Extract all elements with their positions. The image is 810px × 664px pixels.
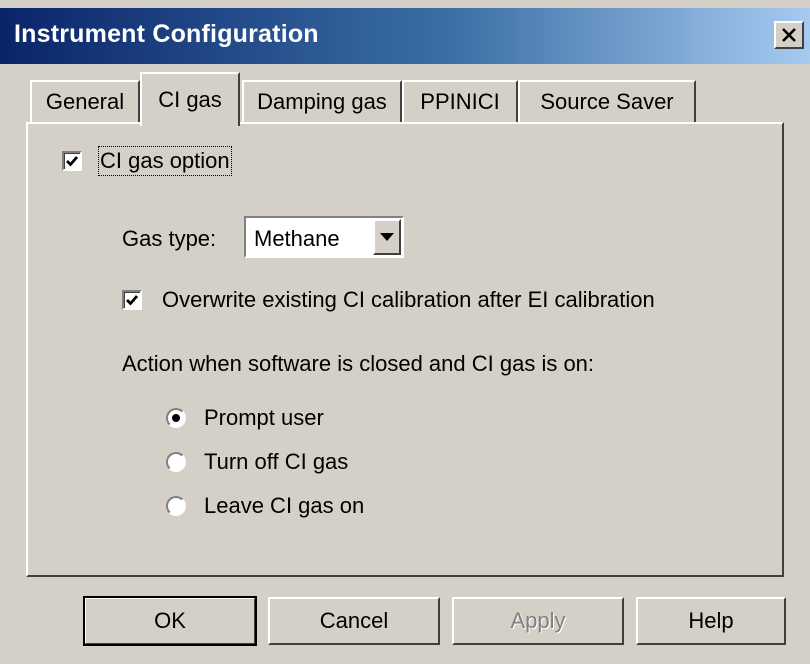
chevron-down-icon xyxy=(380,233,394,241)
apply-button-label: Apply xyxy=(510,608,566,633)
title-bar: Instrument Configuration xyxy=(0,8,810,64)
radio-turn-off-ci-gas-label[interactable]: Turn off CI gas xyxy=(204,449,348,475)
tab-ci-gas[interactable]: CI gas xyxy=(140,72,240,126)
ok-button[interactable]: OK xyxy=(83,596,257,646)
radio-selected-dot xyxy=(172,414,180,422)
radio-prompt-user[interactable] xyxy=(166,408,186,428)
tab-damping-gas[interactable]: Damping gas xyxy=(242,80,402,122)
help-button[interactable]: Help xyxy=(636,597,786,645)
tab-label: PPINICI xyxy=(420,89,500,114)
close-button[interactable] xyxy=(774,21,804,49)
radio-leave-ci-gas-on[interactable] xyxy=(166,496,186,516)
action-heading: Action when software is closed and CI ga… xyxy=(122,351,595,376)
ci-gas-option-label[interactable]: CI gas option xyxy=(98,146,232,176)
gas-type-select[interactable]: Methane xyxy=(244,216,404,258)
close-icon xyxy=(782,28,796,42)
tab-label: CI gas xyxy=(158,87,222,112)
gas-type-label: Gas type: xyxy=(122,226,217,251)
apply-button: Apply xyxy=(452,597,624,645)
help-button-label: Help xyxy=(688,608,734,633)
radio-prompt-user-label[interactable]: Prompt user xyxy=(204,405,324,431)
radio-turn-off-ci-gas[interactable] xyxy=(166,452,186,472)
cancel-button[interactable]: Cancel xyxy=(268,597,440,645)
tab-label: Damping gas xyxy=(257,89,387,114)
ci-gas-option-checkbox[interactable] xyxy=(62,151,82,171)
check-icon xyxy=(126,295,139,306)
cancel-button-label: Cancel xyxy=(319,608,389,633)
radio-leave-ci-gas-on-label[interactable]: Leave CI gas on xyxy=(204,493,364,519)
check-icon xyxy=(66,156,79,167)
tab-label: General xyxy=(45,89,125,114)
overwrite-calibration-label[interactable]: Overwrite existing CI calibration after … xyxy=(162,287,655,313)
gas-type-dropdown-button[interactable] xyxy=(373,219,401,255)
ok-button-label: OK xyxy=(154,608,186,633)
tab-label: Source Saver xyxy=(540,89,674,114)
tab-ppinici[interactable]: PPINICI xyxy=(402,80,518,122)
gas-type-value: Methane xyxy=(254,226,340,251)
tab-source-saver[interactable]: Source Saver xyxy=(518,80,696,122)
tab-general[interactable]: General xyxy=(30,80,140,122)
overwrite-calibration-checkbox[interactable] xyxy=(122,290,142,310)
window-title: Instrument Configuration xyxy=(14,20,319,48)
ci-gas-panel xyxy=(26,122,784,577)
